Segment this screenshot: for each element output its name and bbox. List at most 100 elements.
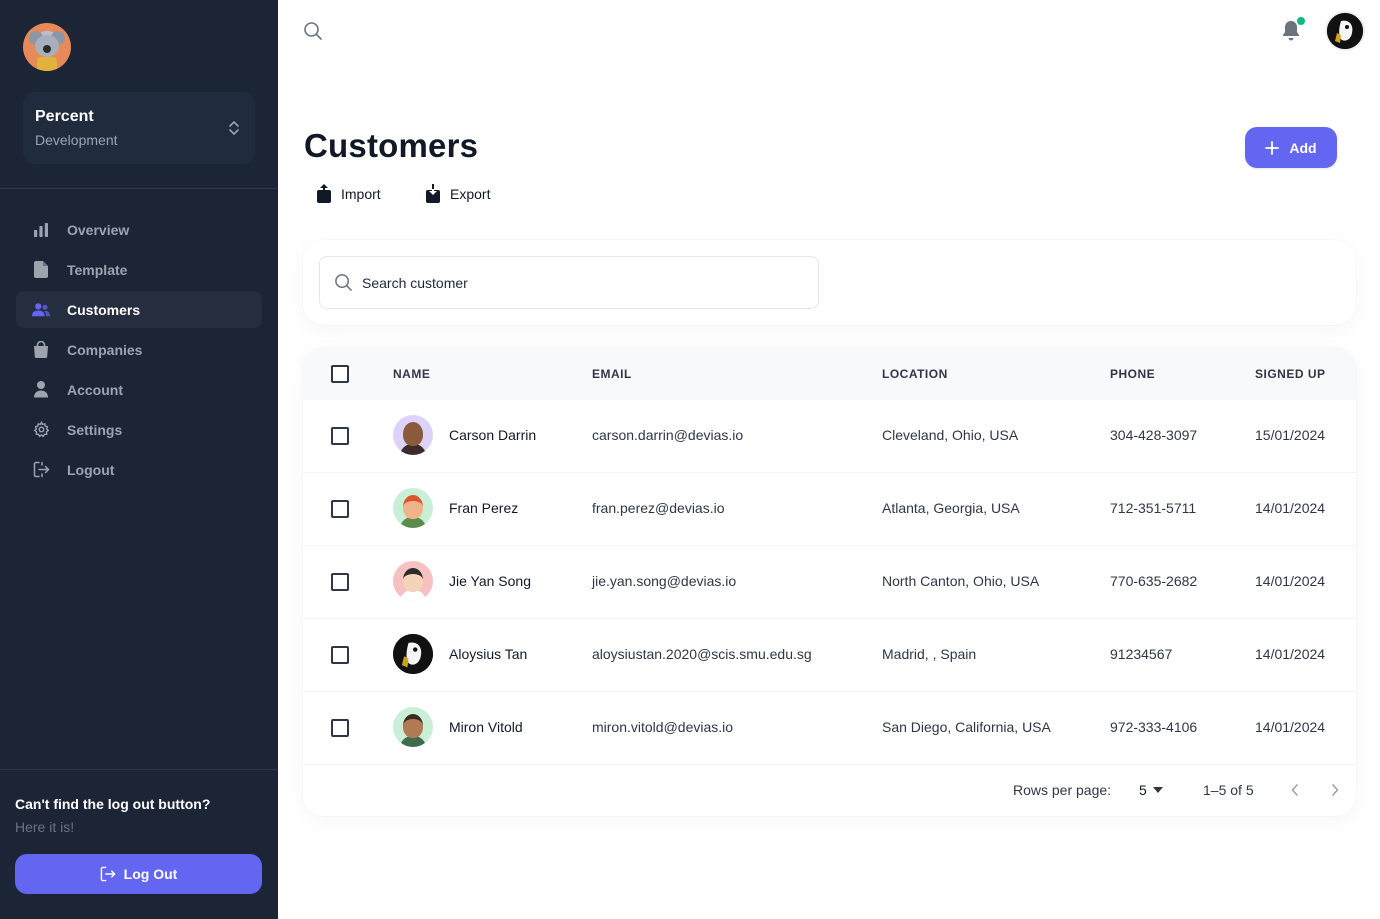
import-label: Import (341, 185, 381, 202)
customer-phone: 304-428-3097 (1110, 427, 1198, 443)
search-input[interactable] (362, 274, 782, 291)
column-header-location[interactable]: LOCATION (882, 367, 948, 381)
import-button[interactable]: Import (317, 184, 381, 203)
sidebar-item-label: Account (67, 381, 123, 398)
row-checkbox[interactable] (331, 427, 349, 445)
document-icon (32, 261, 50, 279)
sidebar: Percent Development Overview Template Cu… (0, 0, 278, 919)
sidebar-divider (0, 769, 278, 770)
row-checkbox[interactable] (331, 646, 349, 664)
user-icon (32, 381, 50, 399)
help-subtitle: Here it is! (15, 819, 75, 835)
customer-location: Atlanta, Georgia, USA (882, 500, 1020, 516)
customer-email: fran.perez@devias.io (592, 500, 725, 516)
customer-signed-up: 14/01/2024 (1255, 646, 1326, 662)
sidebar-divider (0, 188, 278, 189)
customer-name: Fran Perez (449, 500, 519, 516)
avatar (393, 561, 433, 601)
sidebar-item-label: Customers (67, 301, 141, 318)
sidebar-item-logout[interactable]: Logout (16, 451, 262, 488)
customer-signed-up: 14/01/2024 (1255, 719, 1326, 735)
plus-icon (1265, 140, 1280, 155)
column-header-signed-up[interactable]: SIGNED UP (1255, 367, 1326, 381)
sidebar-item-settings[interactable]: Settings (16, 411, 262, 448)
chart-bar-icon (32, 221, 50, 239)
rows-per-page-value: 5 (1139, 782, 1147, 798)
logout-icon (32, 461, 50, 479)
workspace-switcher[interactable]: Percent Development (23, 92, 255, 164)
chevron-left-icon (1291, 784, 1298, 796)
customer-phone: 91234567 (1110, 646, 1173, 662)
avatar (393, 415, 433, 455)
help-title: Can't find the log out button? (15, 796, 211, 812)
sidebar-item-overview[interactable]: Overview (16, 211, 262, 248)
log-out-button-label: Log Out (123, 866, 178, 882)
customer-location: North Canton, Ohio, USA (882, 573, 1040, 589)
sidebar-item-template[interactable]: Template (16, 251, 262, 288)
export-label: Export (450, 185, 491, 202)
logout-icon (100, 866, 115, 882)
customers-table: NAME EMAIL LOCATION PHONE SIGNED UP Cars… (303, 348, 1356, 816)
caret-down-icon (1152, 787, 1163, 793)
customer-location: Madrid, , Spain (882, 646, 977, 662)
column-header-email[interactable]: EMAIL (592, 367, 632, 381)
search-icon[interactable] (303, 21, 323, 41)
sidebar-item-customers[interactable]: Customers (16, 291, 262, 328)
sidebar-item-companies[interactable]: Companies (16, 331, 262, 368)
chevron-up-down-icon (229, 121, 239, 135)
customer-name: Aloysius Tan (449, 646, 528, 662)
notification-badge (1297, 17, 1305, 25)
table-row[interactable]: Aloysius Tan aloysiustan.2020@scis.smu.e… (303, 619, 1356, 692)
page-title: Customers (304, 127, 479, 164)
column-header-name[interactable]: NAME (393, 367, 430, 381)
table-row[interactable]: Jie Yan Song jie.yan.song@devias.io Nort… (303, 546, 1356, 619)
row-checkbox[interactable] (331, 573, 349, 591)
rows-per-page-label: Rows per page: (1013, 782, 1112, 798)
sidebar-item-label: Logout (67, 461, 115, 478)
select-all-checkbox[interactable] (331, 365, 349, 383)
table-pagination: Rows per page: 5 1–5 of 5 (303, 764, 1356, 816)
next-page-button[interactable] (1325, 780, 1345, 800)
chevron-right-icon (1332, 784, 1339, 796)
customer-email: aloysiustan.2020@scis.smu.edu.sg (592, 646, 812, 662)
sidebar-item-label: Settings (67, 421, 123, 438)
avatar (393, 707, 433, 747)
avatar (393, 634, 433, 674)
app-logo[interactable] (23, 23, 71, 71)
customer-email: carson.darrin@devias.io (592, 427, 744, 443)
previous-page-button[interactable] (1285, 780, 1305, 800)
export-button[interactable]: Export (426, 184, 490, 203)
sidebar-item-account[interactable]: Account (16, 371, 262, 408)
customer-phone: 972-333-4106 (1110, 719, 1198, 735)
add-button-label: Add (1289, 139, 1317, 156)
cog-icon (32, 421, 50, 439)
user-avatar[interactable] (1325, 11, 1365, 51)
log-out-button[interactable]: Log Out (15, 854, 262, 894)
column-header-phone[interactable]: PHONE (1110, 367, 1155, 381)
sidebar-item-label: Template (67, 261, 128, 278)
customer-name: Jie Yan Song (449, 573, 531, 589)
table-row[interactable]: Fran Perez fran.perez@devias.io Atlanta,… (303, 473, 1356, 546)
table-row[interactable]: Miron Vitold miron.vitold@devias.io San … (303, 692, 1356, 765)
search-icon (335, 274, 352, 291)
customer-signed-up: 14/01/2024 (1255, 500, 1326, 516)
sidebar-item-label: Companies (67, 341, 143, 358)
shopping-bag-icon (32, 341, 50, 359)
customer-phone: 770-635-2682 (1110, 573, 1198, 589)
add-customer-button[interactable]: Add (1245, 127, 1337, 168)
customer-signed-up: 15/01/2024 (1255, 427, 1326, 443)
pagination-range: 1–5 of 5 (1203, 782, 1254, 798)
row-checkbox[interactable] (331, 719, 349, 737)
sidebar-item-label: Overview (67, 221, 130, 238)
upload-icon (317, 184, 331, 203)
avatar (393, 488, 433, 528)
row-checkbox[interactable] (331, 500, 349, 518)
table-row[interactable]: Carson Darrin carson.darrin@devias.io Cl… (303, 400, 1356, 473)
users-icon (32, 301, 50, 319)
customer-location: San Diego, California, USA (882, 719, 1051, 735)
sidebar-nav: Overview Template Customers Companies Ac… (16, 211, 262, 491)
customer-email: jie.yan.song@devias.io (592, 573, 737, 589)
rows-per-page-select[interactable]: 5 (1139, 782, 1163, 798)
search-field[interactable] (319, 256, 819, 309)
customer-location: Cleveland, Ohio, USA (882, 427, 1019, 443)
